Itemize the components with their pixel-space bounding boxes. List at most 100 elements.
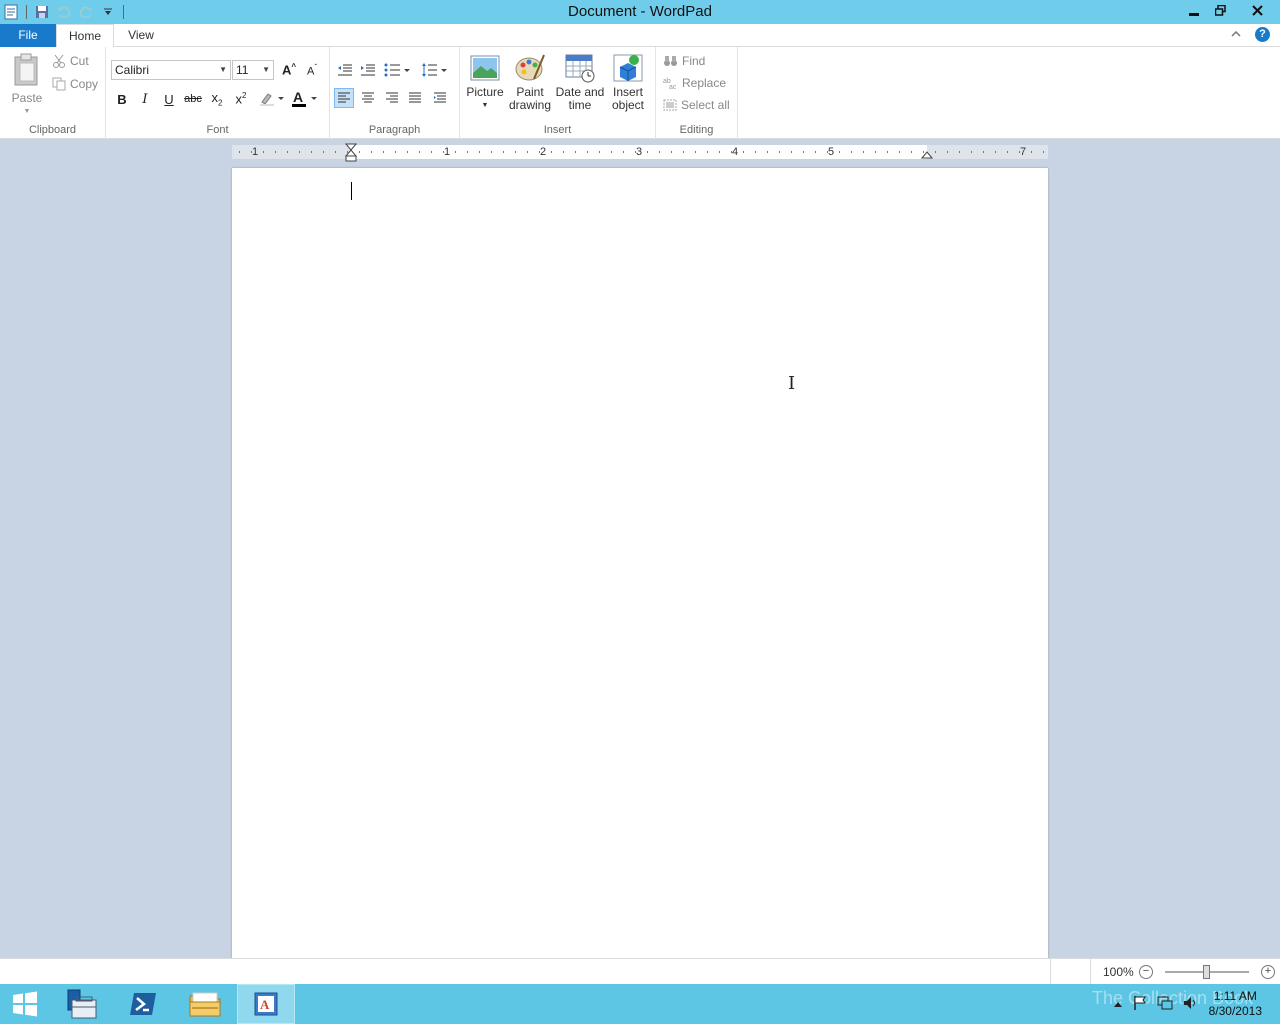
subscript-button[interactable]: x2 bbox=[207, 89, 227, 109]
start-button[interactable] bbox=[0, 984, 50, 1024]
font-family-combo[interactable]: Calibri ▼ bbox=[111, 60, 231, 80]
horizontal-ruler[interactable]: 1 1 2 3 4 5 7 bbox=[232, 143, 1048, 162]
font-size-value: 11 bbox=[236, 63, 249, 77]
font-family-dropdown-icon[interactable]: ▼ bbox=[219, 61, 227, 79]
status-bar: 100% − + bbox=[0, 958, 1280, 985]
binoculars-icon bbox=[664, 56, 677, 66]
taskbar-wordpad[interactable]: A bbox=[237, 984, 295, 1024]
ruler-left-margin bbox=[232, 145, 351, 159]
taskbar-file-explorer[interactable] bbox=[176, 984, 234, 1024]
first-line-indent-marker[interactable] bbox=[345, 143, 357, 163]
select-all-button[interactable]: Select all bbox=[663, 96, 730, 114]
bold-button[interactable]: B bbox=[112, 89, 132, 109]
document-page[interactable]: I bbox=[232, 168, 1048, 958]
status-separator bbox=[1090, 959, 1091, 985]
tab-home[interactable]: Home bbox=[56, 24, 114, 48]
zoom-in-button[interactable]: + bbox=[1261, 965, 1275, 979]
bullet-list-icon bbox=[384, 63, 410, 77]
font-size-combo[interactable]: 11 ▼ bbox=[232, 60, 274, 80]
minimize-button[interactable] bbox=[1180, 0, 1207, 21]
text-caret bbox=[351, 182, 352, 200]
ruler-tick bbox=[455, 151, 456, 153]
ruler-tick bbox=[599, 151, 600, 153]
font-color-button[interactable]: A bbox=[290, 89, 320, 109]
justify-button[interactable] bbox=[405, 88, 425, 108]
copy-button[interactable]: Copy bbox=[52, 75, 98, 93]
taskbar-clock[interactable]: 1:11 AM 8/30/2013 bbox=[1209, 989, 1262, 1019]
strikethrough-button[interactable]: abc bbox=[183, 89, 203, 109]
ruler-tick bbox=[515, 151, 516, 153]
ruler-tick bbox=[995, 151, 996, 153]
ruler-tick bbox=[407, 151, 408, 153]
line-spacing-button[interactable] bbox=[420, 60, 450, 80]
help-icon[interactable]: ? bbox=[1255, 27, 1270, 42]
bullet-list-button[interactable] bbox=[383, 60, 413, 80]
paragraph-settings-button[interactable] bbox=[430, 88, 450, 108]
increase-indent-button[interactable] bbox=[358, 60, 378, 80]
select-all-icon bbox=[663, 99, 677, 111]
zoom-slider-thumb[interactable] bbox=[1203, 965, 1210, 979]
chevron-up-icon[interactable] bbox=[1231, 29, 1241, 40]
insert-object-button[interactable]: Insert object bbox=[608, 53, 648, 112]
italic-button[interactable]: I bbox=[135, 89, 155, 109]
ruler-tick bbox=[287, 151, 288, 153]
show-hidden-icons-icon[interactable] bbox=[1113, 997, 1123, 1011]
ruler-tick bbox=[755, 151, 756, 153]
ruler-tick bbox=[863, 151, 864, 153]
paint-drawing-button[interactable]: Paint drawing bbox=[508, 53, 552, 112]
highlight-color-button[interactable] bbox=[258, 89, 286, 109]
superscript-button[interactable]: x2 bbox=[231, 89, 251, 109]
calendar-clock-icon bbox=[565, 54, 595, 83]
ruler-tick bbox=[479, 151, 480, 153]
taskbar-server-manager[interactable] bbox=[52, 984, 110, 1024]
ruler-number: 1 bbox=[443, 146, 451, 158]
network-icon[interactable] bbox=[1157, 996, 1173, 1013]
grow-font-button[interactable]: A^ bbox=[279, 60, 299, 80]
folder-icon bbox=[189, 992, 221, 1017]
replace-button[interactable]: ab ac Replace bbox=[663, 74, 726, 92]
svg-text:A: A bbox=[260, 997, 270, 1012]
editing-group: Find ab ac Replace Select all Editing bbox=[656, 47, 738, 139]
status-separator bbox=[1050, 959, 1051, 985]
tab-file[interactable]: File bbox=[0, 24, 56, 47]
date-time-button[interactable]: Date and time bbox=[555, 53, 605, 112]
cut-button[interactable]: Cut bbox=[52, 52, 89, 70]
increase-indent-icon bbox=[361, 64, 375, 76]
font-size-dropdown-icon[interactable]: ▼ bbox=[262, 61, 270, 79]
picture-button[interactable]: Picture ▼ bbox=[466, 53, 504, 112]
align-right-button[interactable] bbox=[382, 88, 402, 108]
ruler-tick bbox=[899, 151, 900, 153]
ruler-right-margin bbox=[927, 145, 1048, 159]
ruler-tick bbox=[419, 151, 420, 153]
ruler-tick bbox=[935, 151, 936, 153]
taskbar-powershell[interactable] bbox=[114, 984, 172, 1024]
align-center-button[interactable] bbox=[358, 88, 378, 108]
document-workspace[interactable]: 1 1 2 3 4 5 7 I bbox=[0, 140, 1280, 958]
ruler-tick bbox=[575, 151, 576, 153]
underline-button[interactable]: U bbox=[159, 89, 179, 109]
ruler-number: 5 bbox=[827, 146, 835, 158]
select-all-label: Select all bbox=[681, 98, 730, 112]
volume-icon[interactable] bbox=[1183, 996, 1199, 1013]
clipboard-group: Paste ▼ Cut Copy Clipboard bbox=[0, 47, 106, 139]
zoom-level[interactable]: 100% bbox=[1103, 965, 1134, 979]
action-center-flag-icon[interactable] bbox=[1133, 995, 1147, 1014]
tab-view[interactable]: View bbox=[116, 24, 166, 47]
ruler-tick bbox=[491, 151, 492, 153]
paste-button[interactable]: Paste ▼ bbox=[10, 53, 44, 118]
restore-button[interactable] bbox=[1207, 0, 1234, 21]
decrease-indent-button[interactable] bbox=[335, 60, 355, 80]
close-button[interactable] bbox=[1234, 0, 1280, 21]
find-button[interactable]: Find bbox=[663, 52, 705, 70]
right-indent-marker[interactable] bbox=[921, 150, 933, 160]
shrink-font-button[interactable]: Aˇ bbox=[302, 60, 322, 80]
ruler-tick bbox=[587, 151, 588, 153]
ruler-tick bbox=[659, 151, 660, 153]
zoom-out-button[interactable]: − bbox=[1139, 965, 1153, 979]
taskbar: A The Collection Book 1:11 AM 8/30/2013 bbox=[0, 984, 1280, 1024]
align-left-button[interactable] bbox=[334, 88, 354, 108]
ruler-tick bbox=[971, 151, 972, 153]
paste-dropdown-icon[interactable]: ▼ bbox=[10, 105, 44, 118]
picture-dropdown-icon[interactable]: ▼ bbox=[466, 99, 504, 112]
ruler-tick bbox=[1043, 151, 1044, 153]
